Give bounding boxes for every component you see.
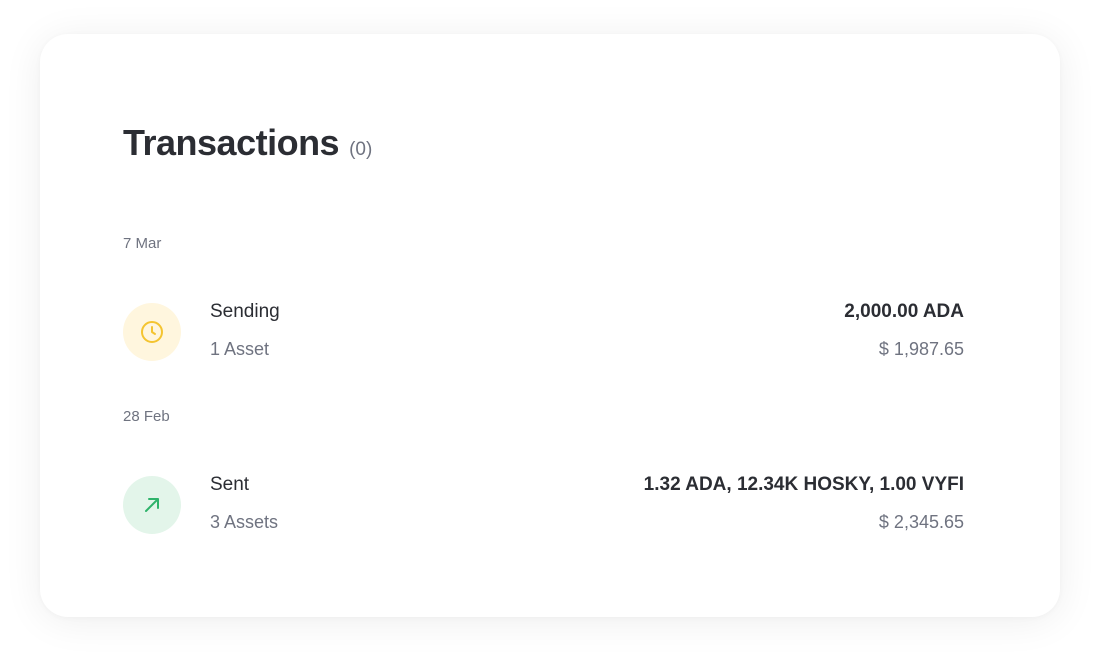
date-group-label: 28 Feb <box>123 408 170 425</box>
transaction-row[interactable]: Sending 1 Asset 2,000.00 ADA $ 1,987.65 <box>123 301 964 361</box>
transaction-status: Sent <box>210 474 250 495</box>
transactions-card: Transactions (0) 7 Mar Sending 1 Asset 2… <box>40 34 1060 617</box>
arrow-up-right-icon <box>123 476 181 534</box>
date-group-label: 7 Mar <box>123 235 162 252</box>
transaction-amount: 1.32 ADA, 12.34K HOSKY, 1.00 VYFI <box>643 474 964 495</box>
transaction-amount: 2,000.00 ADA <box>844 301 964 322</box>
transaction-fiat-value: $ 1,987.65 <box>878 339 964 359</box>
transaction-status: Sending <box>210 301 280 322</box>
transaction-row[interactable]: Sent 3 Assets 1.32 ADA, 12.34K HOSKY, 1.… <box>123 474 964 534</box>
page-title: Transactions <box>123 122 340 163</box>
transactions-header: Transactions (0) <box>123 122 372 164</box>
transaction-fiat-value: $ 2,345.65 <box>878 512 964 532</box>
clock-icon <box>123 303 181 361</box>
transactions-count: (0) <box>349 139 373 160</box>
transaction-assets: 3 Assets <box>210 512 279 532</box>
transaction-assets: 1 Asset <box>210 339 270 359</box>
